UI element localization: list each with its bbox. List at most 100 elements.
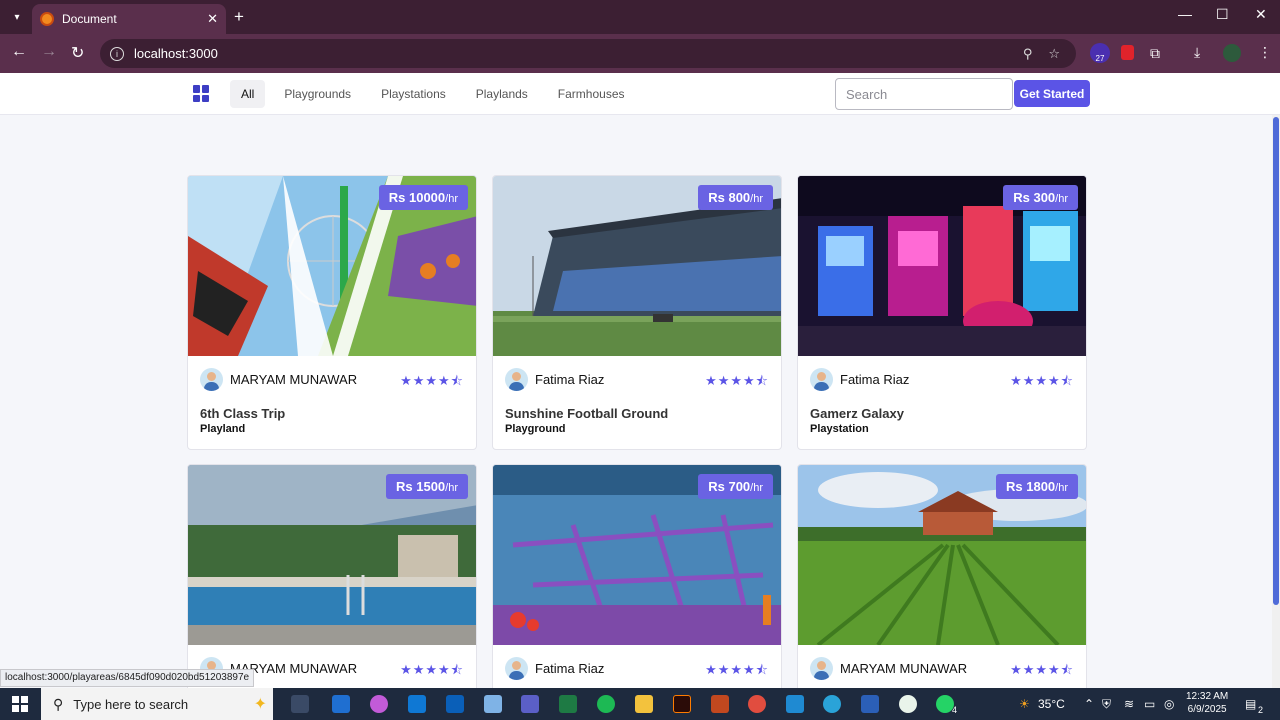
avatar <box>505 368 528 391</box>
rating-stars: ★★★★⯪ <box>705 373 769 388</box>
weather-icon[interactable]: ☀ <box>1019 697 1030 711</box>
maximize-icon[interactable]: ☐ <box>1216 6 1229 23</box>
notifications-icon[interactable]: ▤ <box>1245 697 1256 711</box>
close-window-icon[interactable]: ✕ <box>1255 6 1267 23</box>
file-app-icon[interactable] <box>484 695 502 713</box>
volume-icon[interactable]: ◎ <box>1164 697 1174 711</box>
price-unit: /hr <box>1055 193 1068 205</box>
price-value: Rs 300 <box>1013 190 1056 205</box>
playarea-card[interactable]: Rs 800/hr Fatima Riaz ★★★★⯪ Sunshine Foo… <box>492 175 782 450</box>
clock[interactable]: 12:32 AM 6/9/2025 <box>1186 690 1228 716</box>
new-tab-icon[interactable]: + <box>234 7 244 27</box>
rating-stars: ★★★★⯪ <box>1010 662 1074 677</box>
copilot-spark-icon[interactable]: ✦ <box>254 694 267 714</box>
security-icon[interactable]: ⛨ <box>1102 697 1111 712</box>
price-value: Rs 800 <box>708 190 751 205</box>
outlook-new-icon[interactable] <box>408 695 426 713</box>
profile-avatar[interactable] <box>1223 44 1241 62</box>
tab-all[interactable]: All <box>230 80 266 108</box>
browser-tab-strip: ▾ Document ✕ + — ☐ ✕ <box>0 0 1280 34</box>
avatar <box>200 368 223 391</box>
battery-icon[interactable]: ▭ <box>1144 697 1155 711</box>
tab-playlands[interactable]: Playlands <box>465 80 539 108</box>
bookmark-star-icon[interactable]: ☆ <box>1048 46 1060 62</box>
url-text[interactable]: localhost:3000 <box>134 46 1023 61</box>
owner: Fatima Riaz <box>505 368 604 391</box>
copilot-icon[interactable] <box>370 695 388 713</box>
card-type: Playstation <box>810 423 869 435</box>
price-unit: /hr <box>445 482 458 494</box>
browser-tab[interactable]: Document ✕ <box>32 4 226 34</box>
back-icon[interactable]: ← <box>11 43 27 61</box>
minimize-icon[interactable]: — <box>1178 6 1192 22</box>
browser-menu-icon[interactable]: ⋮ <box>1258 44 1272 61</box>
vscode-icon[interactable] <box>786 695 804 713</box>
avatar <box>810 657 833 680</box>
show-hidden-icons-icon[interactable]: ⌃ <box>1084 697 1094 711</box>
tab-farmhouses[interactable]: Farmhouses <box>547 80 636 108</box>
powerpoint-icon[interactable] <box>711 695 729 713</box>
get-started-button[interactable]: Get Started <box>1014 80 1090 107</box>
card-title[interactable]: 6th Class Trip <box>200 406 285 421</box>
clock-time: 12:32 AM <box>1186 691 1229 702</box>
owner: Fatima Riaz <box>810 368 909 391</box>
owner-name: Fatima Riaz <box>535 372 605 387</box>
taskbar-search[interactable]: ⚲ Type here to search ✦ <box>41 688 273 720</box>
site-info-icon[interactable]: i <box>110 46 124 61</box>
mongodb-icon[interactable] <box>899 695 917 713</box>
extension-badge-icon[interactable]: 27 <box>1090 43 1110 63</box>
search-input[interactable] <box>835 78 1013 110</box>
price-value: Rs 10000 <box>388 190 446 205</box>
word-icon[interactable] <box>861 695 879 713</box>
price-unit: /hr <box>750 482 763 494</box>
owner: MARYAM MUNAWAR <box>200 368 357 391</box>
avatar <box>505 657 528 680</box>
page-scrollbar-thumb[interactable] <box>1273 117 1279 605</box>
price-badge: Rs 800/hr <box>698 185 773 210</box>
forward-icon[interactable]: → <box>41 43 57 61</box>
tab-favicon-icon <box>40 12 54 26</box>
tab-playstations[interactable]: Playstations <box>370 80 457 108</box>
teams-icon[interactable] <box>521 695 539 713</box>
illustrator-icon[interactable] <box>673 695 691 713</box>
spotify-icon[interactable] <box>597 695 615 713</box>
playarea-card[interactable]: Rs 700/hr Fatima Riaz ★★★★⯪ <box>492 464 782 720</box>
logo-grid-icon[interactable] <box>193 85 210 102</box>
card-title[interactable]: Sunshine Football Ground <box>505 406 668 421</box>
tab-close-icon[interactable]: ✕ <box>207 11 218 27</box>
price-value: Rs 1500 <box>396 479 446 494</box>
store-icon[interactable] <box>332 695 350 713</box>
reload-icon[interactable]: ↻ <box>71 43 84 63</box>
playarea-card[interactable]: Rs 1800/hr MARYAM MUNAWAR ★★★★⯪ <box>797 464 1087 720</box>
rating-stars: ★★★★⯪ <box>400 662 464 677</box>
price-badge: Rs 10000/hr <box>378 185 468 210</box>
playarea-card[interactable]: Rs 300/hr Fatima Riaz ★★★★⯪ Gamerz Galax… <box>797 175 1087 450</box>
extension-red-icon[interactable] <box>1121 45 1134 60</box>
zoom-icon[interactable]: ⚲ <box>1023 46 1033 62</box>
price-badge: Rs 300/hr <box>1003 185 1078 210</box>
avatar <box>810 368 833 391</box>
edge-icon[interactable] <box>823 695 841 713</box>
browser-toolbar: ← → ↻ i localhost:3000 ⚲ ☆ <box>0 34 1280 73</box>
taskbar-search-placeholder: Type here to search <box>73 696 189 712</box>
extensions-puzzle-icon[interactable]: ⧉ <box>1150 45 1160 62</box>
address-bar[interactable]: i localhost:3000 ⚲ ☆ <box>100 39 1076 68</box>
price-value: Rs 700 <box>708 479 751 494</box>
tab-search-icon[interactable]: ▾ <box>6 7 28 27</box>
windows-start-icon[interactable] <box>12 696 28 712</box>
file-explorer-icon[interactable] <box>635 695 653 713</box>
price-badge: Rs 700/hr <box>698 474 773 499</box>
tab-playgrounds[interactable]: Playgrounds <box>273 80 362 108</box>
chrome-icon[interactable] <box>748 695 766 713</box>
outlook-icon[interactable] <box>446 695 464 713</box>
downloads-icon[interactable]: ⤓ <box>1194 44 1200 61</box>
excel-icon[interactable] <box>559 695 577 713</box>
wifi-icon[interactable]: ≋ <box>1124 697 1134 711</box>
tab-title: Document <box>62 12 117 26</box>
notification-count: 2 <box>1258 705 1264 715</box>
playarea-card[interactable]: Rs 10000/hr MARYAM MUNAWAR ★★★★⯪ 6th Cla… <box>187 175 477 450</box>
category-tabs: All Playgrounds Playstations Playlands F… <box>230 80 644 108</box>
temperature[interactable]: 35°C <box>1038 697 1065 711</box>
card-title[interactable]: Gamerz Galaxy <box>810 406 904 421</box>
task-view-icon[interactable] <box>291 695 309 713</box>
